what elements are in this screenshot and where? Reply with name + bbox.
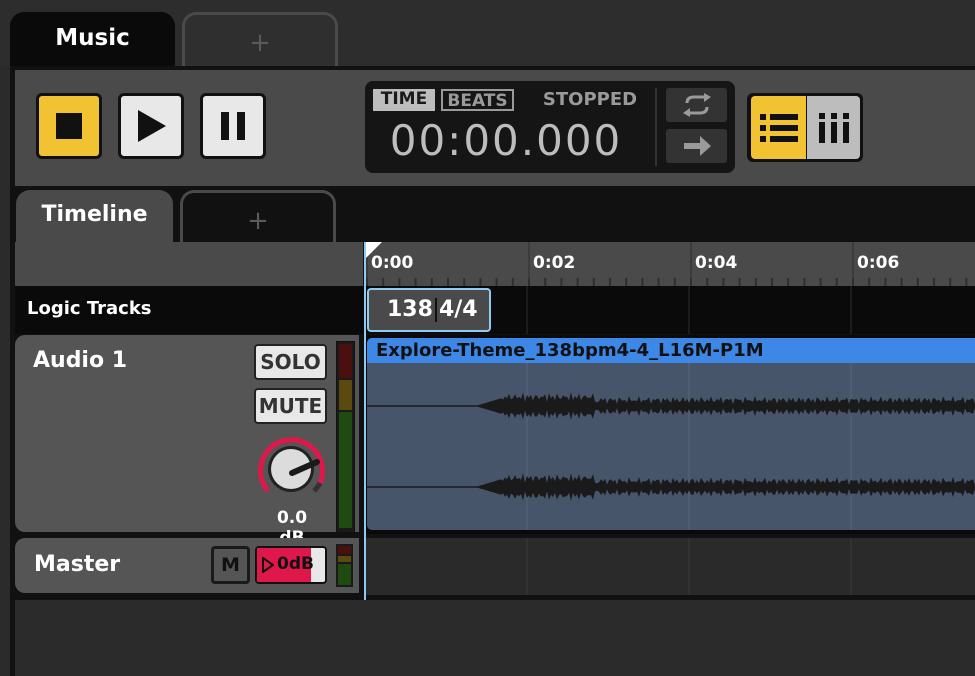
knob-icon [258,437,325,493]
display-divider [655,88,657,166]
solo-button[interactable]: SOLO [254,344,327,380]
stop-icon [56,113,82,139]
master-mute-button[interactable]: M [211,546,250,584]
play-small-icon [262,557,274,573]
ruler-header [15,242,363,286]
master-level-meter [336,544,353,587]
pause-button[interactable] [200,93,266,159]
master-grid [526,538,852,595]
time-counter: 00:00.000 [389,116,623,165]
pause-icon [221,112,245,140]
ruler-label-6: 0:06 [857,253,900,273]
master-lane[interactable] [365,538,975,595]
waveform [367,363,975,530]
audio-clip[interactable] [367,338,975,530]
loop-icon [682,93,711,117]
tempo-value[interactable]: 138 [387,297,433,322]
time-mode-button[interactable]: TIME [373,89,435,111]
track-name: Audio 1 [33,348,128,373]
ruler-label-4: 0:04 [695,253,738,273]
follow-button[interactable] [666,129,727,163]
logic-tracks-row [15,286,975,334]
list-icon [759,113,798,142]
beats-mode-button[interactable]: BEATS [441,89,514,111]
add-tab-button[interactable]: + [182,12,338,66]
mixer-icon [818,112,849,143]
master-volume-value: 0dB [277,554,314,574]
logic-tracks-label: Logic Tracks [27,298,152,319]
ruler-label-0: 0:00 [371,253,414,273]
clip-name: Explore-Theme_138bpm4-4_L16M-P1M [376,340,764,361]
volume-knob[interactable] [254,433,328,505]
add-subtab-button[interactable]: + [180,190,336,242]
mute-button[interactable]: MUTE [254,388,327,424]
play-icon [138,110,166,142]
stop-button[interactable] [36,93,102,159]
track-name: Master [34,552,121,577]
tab-timeline[interactable]: Timeline [16,190,173,243]
tempo-signature-editor[interactable]: 138 4/4 [367,288,491,332]
tab-music[interactable]: Music [10,12,175,66]
play-button[interactable] [118,93,184,159]
list-view-button[interactable] [751,96,806,159]
level-meter [336,341,355,533]
loop-button[interactable] [666,88,727,122]
ruler-label-2: 0:02 [533,253,576,273]
arrow-right-icon [683,136,711,156]
transport-status: STOPPED [542,89,638,110]
empty-track-area [15,600,975,676]
mixer-view-button[interactable] [807,96,860,159]
time-signature[interactable]: 4/4 [439,297,478,322]
playhead[interactable] [364,242,366,600]
master-volume-fader[interactable]: 0dB [255,546,327,584]
text-cursor [434,298,437,322]
logic-grid [526,286,852,334]
